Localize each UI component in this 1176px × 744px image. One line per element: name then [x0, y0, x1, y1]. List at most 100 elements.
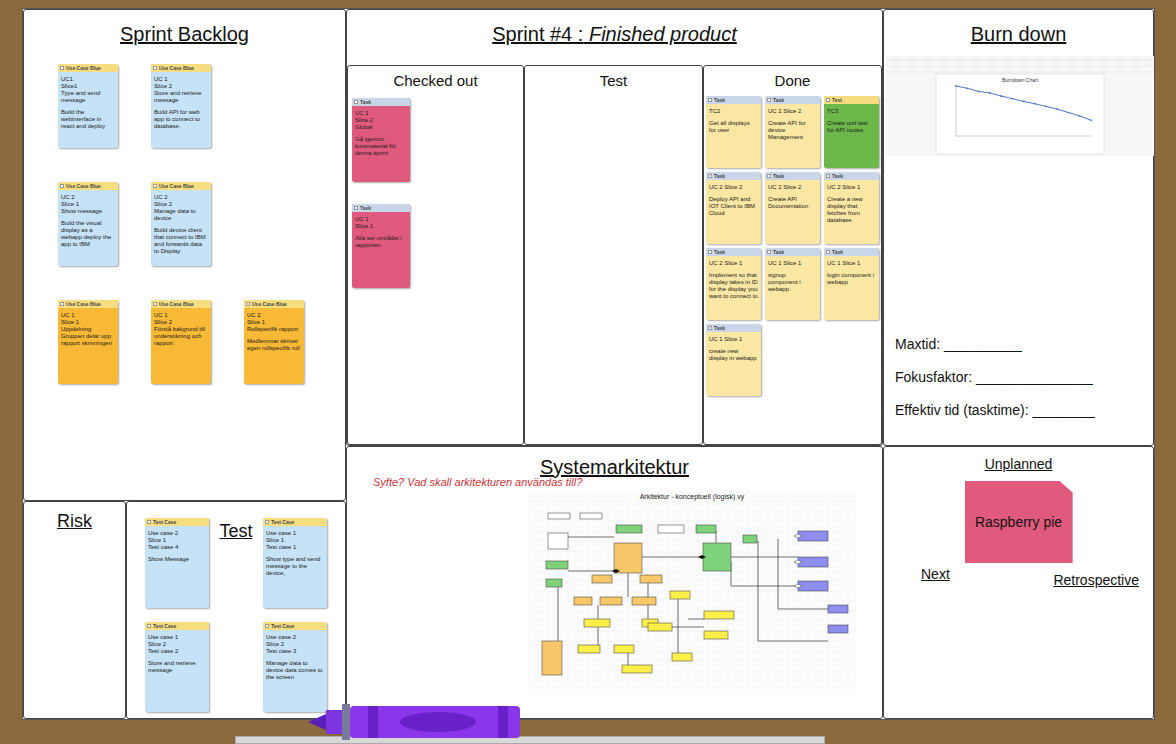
sticky-note[interactable]: Use Case BlueUC 1Slice 2Store and retrie…: [151, 64, 211, 148]
note-body: Show type and send message to the device…: [266, 556, 324, 577]
note-title: UC 1: [154, 312, 208, 319]
sticky-note[interactable]: Use Case BlueUC 2Slice 1Rollspecifik rap…: [244, 300, 304, 384]
column-title: Checked out: [348, 66, 523, 96]
note-header: Test: [824, 96, 879, 104]
note-title: Slice 1: [355, 223, 407, 230]
sticky-note[interactable]: Task UC 1 Slice 1 create new display in we…: [706, 324, 761, 396]
note-title: Slice 1: [247, 319, 301, 326]
note-icon: [708, 98, 712, 102]
note-icon: [708, 174, 712, 178]
note-title: Slice 2: [355, 117, 407, 124]
unplanned-panel: UnplannedRaspberry pieNextRetrospective: [883, 446, 1154, 719]
note-header: Use Case Blue: [58, 64, 118, 72]
note-icon: [354, 100, 358, 104]
sticky-note[interactable]: Use Case BlueUC 1Slice 1Uppdelning Grupp…: [58, 300, 118, 384]
sticky-note[interactable]: TaskUC 2 Slice 1Create a new display tha…: [824, 172, 879, 244]
sticky-note[interactable]: TaskUC 2 Slice 1Implement so that displa…: [706, 248, 761, 320]
sprint-backlog-panel: Sprint BacklogUse Case BlueUC1Slice1Type…: [23, 9, 346, 501]
sticky-note[interactable]: TaskUC 1 Slice 1login component i webapp: [824, 248, 879, 320]
note-header: Use Case Blue: [151, 182, 211, 190]
note-icon: [767, 98, 771, 102]
chart-point: [955, 85, 957, 87]
note-body: Manage data to device data comes to the …: [266, 660, 324, 681]
note-title: UC 1: [355, 110, 407, 117]
note-title: UC 2: [61, 194, 115, 201]
note-title: UC 2: [247, 312, 301, 319]
sticky-note[interactable]: Test CaseUse case 1Slice 1Test case 1Sho…: [263, 518, 327, 608]
note-body: Medlemmar skriver egen rollspecifik roll: [247, 338, 301, 352]
sticky-note[interactable]: Test CaseUse case 1Slice 2Test case 2Sto…: [145, 622, 209, 712]
note-header: Task: [765, 248, 820, 256]
chart-point: [1011, 98, 1013, 100]
sprint-column: Test: [524, 65, 703, 445]
note-body: create new display in webapp: [709, 348, 758, 362]
note-header: Test Case: [263, 622, 327, 630]
sticky-note[interactable]: Use Case Blue UC 2Slice 2Manage data to d…: [151, 182, 211, 266]
chart-point: [989, 92, 991, 94]
column-title: Test: [525, 66, 702, 96]
sticky-note[interactable]: Use Case BlueUC 1Slice 2Förstå bakgrund …: [151, 300, 211, 384]
sticky-note[interactable]: TaskUC 1Slice 1Alla ser området i rappor…: [352, 204, 410, 288]
note-title: Manage data to device: [154, 208, 208, 222]
burndown-panel: Burn downBurndown ChartMaxtid: _________…: [883, 9, 1154, 446]
note-icon: [153, 184, 157, 188]
note-header: Task: [706, 324, 761, 332]
note-body: login component i webapp: [827, 272, 876, 286]
risk-panel: Risk: [23, 501, 126, 719]
sticky-note[interactable]: Use Case BlueUC1Slice1Type and send mess…: [58, 64, 118, 148]
note-body: Create a new display that fetches from d…: [827, 196, 876, 224]
sticky-note[interactable]: TaskUC 2 Slice 2Create API for device Ma…: [765, 96, 820, 168]
note-title: Store and retrieve message: [154, 90, 208, 104]
note-header: Use Case Blue: [244, 300, 304, 308]
note-body: Show Message: [148, 556, 206, 563]
burndown-field: Effektiv tid (tasktime): ________: [895, 401, 1153, 419]
note-title: Slice 2: [154, 201, 208, 208]
sticky-note[interactable]: Task UC 1 Slice 1 signup component i webap…: [765, 248, 820, 320]
note-body: Build API for web app to connect to data…: [154, 109, 208, 130]
chart-point: [1090, 119, 1092, 121]
note-body: Gå igenom kursmaterial för denna sprint: [355, 136, 407, 157]
note-icon: [708, 250, 712, 254]
note-title: Use case 1: [266, 530, 324, 537]
sticky-note[interactable]: TaskUC 2 Slice 2Create API Documentation: [765, 172, 820, 244]
note-title: Slice 1: [61, 319, 115, 326]
note-title: UC 2: [154, 194, 208, 201]
chart-point: [1023, 100, 1025, 102]
note-title: UC 1 Slice 1: [709, 336, 758, 343]
note-icon: [153, 66, 157, 70]
sticky-note[interactable]: TaskTC2Get all displays for user: [706, 96, 761, 168]
column-title: Done: [704, 66, 881, 96]
section-title: Test: [209, 518, 263, 542]
unplanned-note[interactable]: Raspberry pie: [965, 481, 1073, 563]
backlog-row: Use Case BlueUC1Slice1Type and send mess…: [58, 64, 345, 148]
note-title: Förstå bakgrund till undersökning och ra…: [154, 326, 208, 347]
note-body: Create API Documentation: [768, 196, 817, 210]
chart-point: [1056, 108, 1058, 110]
note-title: Slice 1: [148, 537, 206, 544]
note-body: Alla ser området i rapporten: [355, 235, 407, 249]
sticky-note[interactable]: Use Case BlueUC 2Slice 1Show messageBuil…: [58, 182, 118, 266]
section-title: Unplanned: [884, 455, 1153, 473]
note-title: UC 2 Slice 2: [768, 108, 817, 115]
sticky-note[interactable]: TaskUC 2 Slice 2Deploy API and IOT Clien…: [706, 172, 761, 244]
note-body: signup component i webapp: [768, 272, 817, 293]
note-title: UC 2 Slice 2: [709, 184, 758, 191]
note-body: Implement so that display takes in ID fo…: [709, 272, 758, 300]
chart-point: [1045, 105, 1047, 107]
note-title: Global: [355, 124, 407, 131]
chart-point: [1000, 95, 1002, 97]
note-body: Create API for device Management: [768, 120, 817, 141]
note-title: UC 1 Slice 1: [768, 260, 817, 267]
note-icon: [826, 98, 830, 102]
architecture-diagram: Arkitektur - konceptuell (logisk) vy: [528, 491, 856, 689]
note-header: Task: [824, 248, 879, 256]
sticky-note[interactable]: TaskUC 1Slice 2GlobalGå igenom kursmater…: [352, 98, 410, 182]
sticky-note[interactable]: Test CaseUse case 2Slice 1Test case 4Sho…: [145, 518, 209, 608]
note-body: Build device client that connect to IBM …: [154, 227, 208, 255]
note-title: Use case 2: [148, 530, 206, 537]
note-title: UC1: [61, 76, 115, 83]
sticky-note[interactable]: Test CaseUse case 2Slice 2Test case 3Man…: [263, 622, 327, 712]
sticky-note[interactable]: TestTC3Create unit test for API routes: [824, 96, 879, 168]
note-title: UC 1: [355, 216, 407, 223]
note-header: Task: [824, 172, 879, 180]
